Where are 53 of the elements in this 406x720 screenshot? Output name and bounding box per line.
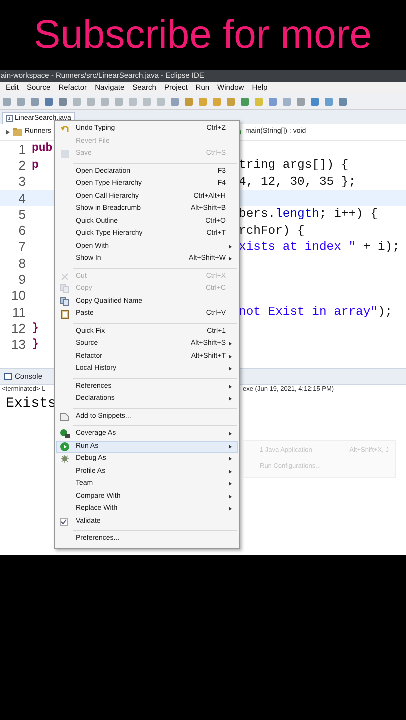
- java-file-icon: [6, 115, 13, 122]
- code-text: rchFor) {: [239, 224, 305, 237]
- line-number: 12: [10, 322, 26, 335]
- snippet-icon: [60, 412, 70, 422]
- submenu-arrow-icon: [229, 482, 232, 486]
- code-text: p: [32, 160, 39, 172]
- code-text: tring args[]) {: [239, 159, 349, 172]
- submenu-arrow-icon: [229, 432, 232, 436]
- submenu-arrow-icon: [229, 367, 232, 372]
- copy-icon: [60, 296, 70, 307]
- submenu-arrow-icon: [229, 244, 232, 249]
- code-text: not Exist in array");: [239, 306, 393, 318]
- bug-icon: [60, 454, 70, 464]
- console-output: Exists: [5, 396, 58, 412]
- clipboard-icon: [60, 309, 70, 320]
- line-number: 4: [18, 192, 26, 205]
- undo-arrow-icon: [60, 124, 70, 134]
- code-text: bers.length; i++) {: [239, 208, 378, 220]
- submenu-arrow-icon: [229, 354, 232, 359]
- line-number: 7: [18, 240, 26, 254]
- line-number: 3: [18, 175, 26, 188]
- line-number: 2: [18, 158, 26, 172]
- submenu-arrow-icon: [229, 342, 232, 346]
- line-number: 11: [12, 306, 26, 319]
- expand-icon[interactable]: [6, 130, 10, 134]
- submenu-arrow-icon: [229, 457, 232, 462]
- line-number: 9: [18, 273, 26, 286]
- caption-text: Subscribe for more: [34, 15, 372, 55]
- copy-icon: [60, 284, 70, 294]
- coverage-icon: [60, 429, 70, 440]
- code-text: pub: [32, 143, 53, 155]
- submenu-arrow-icon: [229, 384, 232, 389]
- line-number: 6: [18, 224, 26, 238]
- run-icon: [60, 442, 70, 452]
- line-number: 10: [10, 289, 26, 302]
- submenu-arrow-icon: [229, 470, 232, 474]
- checkbox[interactable]: [60, 518, 68, 526]
- line-number: 1: [18, 142, 26, 156]
- submenu-arrow-icon: [229, 257, 232, 262]
- console-icon: [4, 372, 12, 380]
- submenu-arrow-icon: [229, 444, 232, 449]
- code-text: 4, 12, 30, 35 };: [239, 176, 356, 188]
- code-text: }: [32, 338, 39, 350]
- line-number: 5: [18, 208, 26, 221]
- code-text: }: [32, 322, 39, 334]
- scissors-icon: [60, 272, 70, 282]
- line-number: 13: [10, 338, 26, 352]
- line-number: 8: [18, 256, 26, 270]
- code-text: xists at index " + i);: [239, 240, 400, 254]
- submenu-arrow-icon: [229, 397, 232, 402]
- project-folder-icon: [13, 128, 22, 136]
- submenu-arrow-icon: [229, 507, 232, 512]
- submenu-arrow-icon: [229, 494, 232, 499]
